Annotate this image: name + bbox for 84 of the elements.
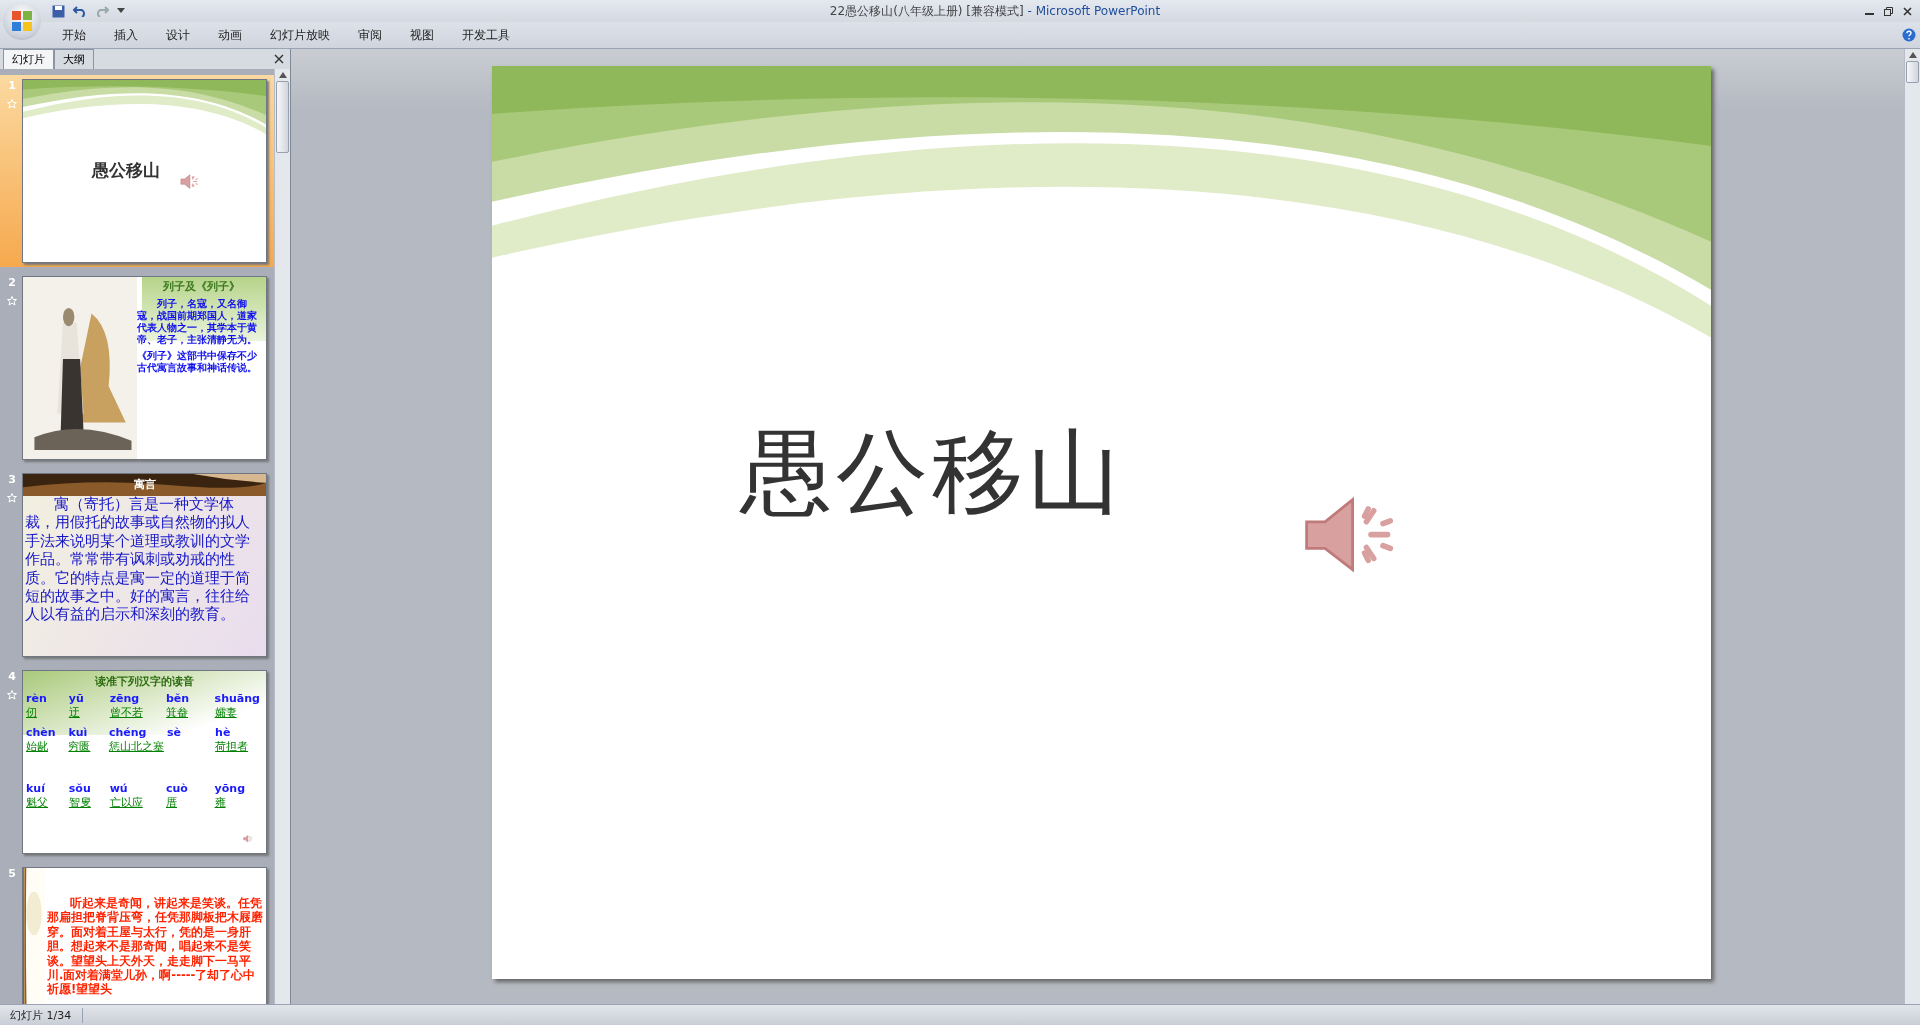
slide-title: 愚公移山 <box>739 418 1124 528</box>
ribbon-tab[interactable]: 开发工具 <box>448 26 524 44</box>
panel-tab[interactable]: 大纲 <box>54 49 94 69</box>
ribbon-tab[interactable]: 插入 <box>100 26 152 44</box>
scroll-thumb[interactable] <box>276 81 289 153</box>
slide-number: 3 <box>8 473 16 486</box>
pinyin-label: wú <box>109 782 128 795</box>
close-icon[interactable] <box>1903 6 1912 16</box>
character-label: 厝 <box>166 795 177 810</box>
pinyin-label: shuāng <box>214 692 260 705</box>
character-label: 魁父 <box>26 795 48 810</box>
character-label: 穷匮 <box>68 739 91 754</box>
animation-star-icon <box>7 690 17 700</box>
panel-tab[interactable]: 幻灯片 <box>3 49 54 69</box>
character-label: 迂 <box>68 705 80 720</box>
thumbnail-scrollbar[interactable] <box>274 69 290 1004</box>
ribbon-tab[interactable]: 开始 <box>48 26 100 44</box>
slide-scrollbar[interactable] <box>1904 49 1920 1004</box>
pinyin-label: cuò <box>166 782 188 795</box>
help-icon[interactable] <box>1902 28 1916 42</box>
pinyin-label: chèn <box>26 726 56 739</box>
slide-heading: 读准下列汉字的读音 <box>95 674 194 689</box>
slide-heading: 寓言 <box>133 477 156 492</box>
animation-star-icon <box>7 493 17 503</box>
pinyin-label: yōng <box>214 782 246 795</box>
pinyin-label: běn <box>166 692 190 705</box>
pinyin-label: chéng <box>108 726 147 739</box>
slide-paragraph: 《列子》这部书中保存不少古代寓言故事和神话传说。 <box>137 350 259 374</box>
pinyin-label: rèn <box>26 692 47 705</box>
slide-thumbnail-item[interactable]: 1 愚公移山 <box>0 75 274 267</box>
character-label: 亡以应 <box>109 795 143 810</box>
animation-star-icon <box>7 296 17 306</box>
save-icon[interactable] <box>52 4 65 18</box>
character-label: 雍 <box>214 795 226 810</box>
slide-paragraph: 听起来是奇闻，讲起来是笑谈。任凭那扁担把脊背压弯，任凭那脚板把木屐磨穿。面对着王屋与太行，凭的是一身肝胆。想起来不是那奇闻，唱起来不是笑谈。望望头上天外天，走走脚下一马平川.面对着满堂儿孙，啊-----了却了心中祈愿!望望头 <box>47 896 263 997</box>
character-label: 曾不若 <box>109 705 143 720</box>
slide-number: 2 <box>8 276 16 289</box>
undo-icon[interactable] <box>73 5 87 17</box>
pinyin-label: yū <box>68 692 84 705</box>
character-label: 荷担者 <box>215 739 249 754</box>
slide-thumbnail[interactable]: 愚公移山 <box>22 79 267 263</box>
character-label: 始龀 <box>26 739 48 754</box>
slide-thumbnail[interactable]: 听起来是奇闻，讲起来是笑谈。任凭那扁担把脊背压弯，任凭那脚板把木屐磨穿。面对着王屋与太行，凭的是一身肝胆。想起来不是那奇闻，唱起来不是笑谈。望望头上天外天，走走脚下一马平川.面对着满堂儿孙，啊-----了却了心中祈愿!望望头 <box>22 867 267 1004</box>
character-label: 智叟 <box>68 795 91 810</box>
window-title: 22愚公移山(八年级上册) [兼容模式] - Microsoft PowerPoint <box>828 2 1162 20</box>
pinyin-label: sè <box>166 726 181 739</box>
office-button[interactable] <box>3 2 41 40</box>
scroll-thumb[interactable] <box>1906 61 1919 83</box>
restore-icon[interactable] <box>1884 6 1893 16</box>
office-logo-icon <box>11 10 33 32</box>
ribbon-tab[interactable]: 动画 <box>204 26 256 44</box>
status-slide-info: 幻灯片 1/34 <box>0 1007 83 1023</box>
ribbon-tab[interactable]: 设计 <box>152 26 204 44</box>
scroll-up-icon[interactable] <box>278 72 287 78</box>
character-label: 箕畚 <box>166 705 188 720</box>
character-label: 孀妻 <box>214 705 237 720</box>
character-label: 惩山北之塞 <box>108 739 164 754</box>
character-label: 仞 <box>26 705 37 720</box>
slide-thumbnail-item[interactable]: 5 听起来是奇闻，讲起来是笑谈。任凭那扁担把脊背压弯，任凭那脚板把木屐磨穿。面对着王屋与太行，凭的是一身肝胆。想起来不是那奇闻，唱起来不是笑谈。望望头上天外天，走走脚下一马平川.面对着满堂儿孙，啊-----了却了心中祈愿!望望头 <box>0 863 274 1004</box>
slide-paragraph: 寓（寄托）言是一种文学体裁，用假托的故事或自然物的拟人手法来说明某个道理或教训的文学作品。常常带有讽刺或劝戒的性质。它的特点是寓一定的道理于简短的故事之中。好的寓言，往往给人以有益的启示和深刻的教育。 <box>25 495 251 624</box>
slide-paragraph: 列子，名寇，又名御寇，战国前期郑国人，道家代表人物之一，其学本于黄帝、老子，主张清静无为。 <box>137 298 259 346</box>
ribbon-tab[interactable]: 视图 <box>396 26 448 44</box>
ribbon-tab[interactable]: 审阅 <box>344 26 396 44</box>
slide-number: 1 <box>8 79 16 92</box>
pinyin-label: kuí <box>26 782 45 795</box>
slide-thumbnail[interactable]: 寓言 寓（寄托）言是一种文学体裁，用假托的故事或自然物的拟人手法来说明某个道理或教训的文学作品。常常带有讽刺或劝戒的性质。它的特点是寓一定的道理于简短的故事之中。好的寓言，往往给人以有益的启示和深刻的教育。 <box>22 473 267 657</box>
slide-title: 愚公移山 <box>91 159 160 183</box>
pinyin-label: zēng <box>109 692 140 705</box>
animation-star-icon <box>7 99 17 109</box>
pinyin-label: sǒu <box>68 782 91 795</box>
slide-heading: 列子及《列子》 <box>162 279 240 294</box>
pinyin-label: hè <box>215 726 231 739</box>
slide-thumbnail-item[interactable]: 2 列子及《列子》 列子，名寇，又名御寇，战国前期郑国人，道家代表人物之一，其学本于黄帝、老子，主张清静无为。 《列子》这部书中保存不少古代寓言故事和神话传说。 <box>0 272 274 464</box>
slide-thumbnail-item[interactable]: 3 寓言 寓（寄托）言是一种文学体裁，用假托的故事或自然物的拟人手法来说明某个道理或教训的文学作品。常常带有讽刺或劝戒的性质。它的特点是寓一定的道理于简短的故事之中。好的寓言，往往给人以有益的启示和深刻的教育。 <box>0 469 274 661</box>
customize-dropdown-icon[interactable] <box>117 8 125 14</box>
slide-thumbnail[interactable]: 列子及《列子》 列子，名寇，又名御寇，战国前期郑国人，道家代表人物之一，其学本于黄帝、老子，主张清静无为。 《列子》这部书中保存不少古代寓言故事和神话传说。 <box>22 276 267 460</box>
slide-number: 4 <box>8 670 16 683</box>
slide-number: 5 <box>8 867 16 880</box>
scroll-up-icon[interactable] <box>1908 52 1917 58</box>
close-icon[interactable] <box>274 54 284 64</box>
pinyin-label: kuì <box>68 726 88 739</box>
slide-thumbnail[interactable]: 读准下列汉字的读音 rèn 仞 yū 迂 zēng 曾不若 běn 箕畚 shuāng 孀妻 chèn 始龀 kuì 穷匮 chéng 惩山北之塞 sè hè 荷担者 kuí 魁父 sǒu 智叟 wú 亡以应 cuò 厝 yōng 雍 <box>22 670 267 854</box>
slide-thumbnail-item[interactable]: 4 读准下列汉字的读音 rèn 仞 yū 迂 zēng 曾不若 běn 箕畚 shuāng 孀妻 chèn 始龀 kuì 穷匮 chéng 惩山北之塞 sè hè 荷担者 kuí 魁父 sǒu 智叟 wú 亡以应 cuò 厝 yōng 雍 <box>0 666 274 858</box>
ribbon-tab[interactable]: 幻灯片放映 <box>256 26 344 44</box>
